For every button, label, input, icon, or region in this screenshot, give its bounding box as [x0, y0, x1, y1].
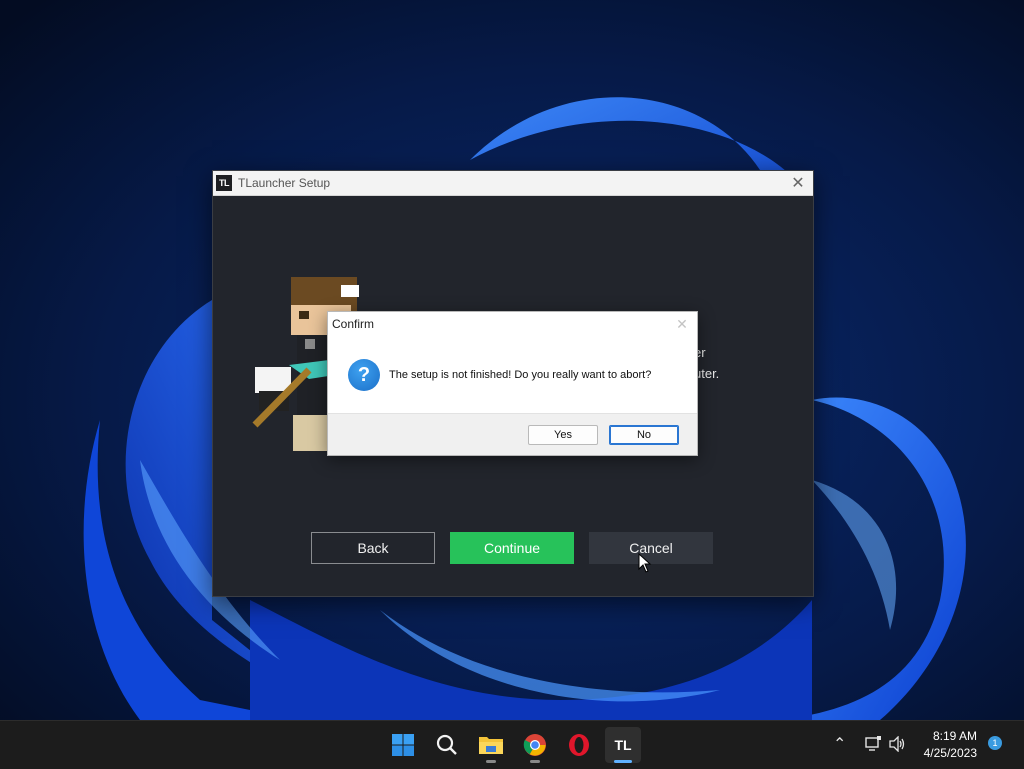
back-button[interactable]: Back [311, 532, 435, 564]
opera-icon[interactable] [561, 727, 597, 763]
installer-close-icon[interactable]: ✕ [783, 173, 813, 193]
confirm-dialog: Confirm ✕ ? The setup is not finished! D… [327, 311, 698, 456]
mouse-cursor-icon [638, 553, 652, 573]
windows-logo-icon [392, 734, 414, 756]
chevron-up-icon[interactable]: ⌃ [833, 734, 846, 754]
search-icon[interactable] [429, 727, 465, 763]
clock-date[interactable]: 4/25/2023 [917, 746, 977, 760]
confirm-footer: Yes No [328, 413, 697, 455]
installer-title: TLauncher Setup [238, 176, 331, 190]
tlauncher-taskbar-label: TL [614, 737, 632, 753]
no-button[interactable]: No [609, 425, 679, 445]
file-explorer-icon[interactable] [473, 727, 509, 763]
installer-titlebar: TL TLauncher Setup ✕ [213, 171, 813, 196]
confirm-message: The setup is not finished! Do you really… [389, 369, 652, 381]
tlauncher-active-indicator [614, 760, 632, 763]
volume-icon[interactable] [889, 735, 907, 757]
confirm-close-icon[interactable]: ✕ [667, 316, 697, 333]
confirm-title: Confirm [332, 317, 375, 331]
network-icon[interactable] [864, 736, 882, 757]
chrome-icon[interactable] [517, 727, 553, 763]
file-explorer-indicator [486, 760, 496, 763]
tlauncher-icon[interactable]: TL [605, 727, 641, 763]
chrome-indicator [530, 760, 540, 763]
continue-button[interactable]: Continue [450, 532, 574, 564]
start-icon[interactable] [385, 727, 421, 763]
clock-time[interactable]: 8:19 AM [917, 729, 977, 743]
yes-button[interactable]: Yes [528, 425, 598, 445]
tlauncher-logo-icon: TL [216, 175, 232, 191]
notification-badge[interactable]: 1 [988, 736, 1002, 750]
taskbar: TL ⌃ [0, 720, 1024, 769]
question-icon: ? [348, 359, 380, 391]
confirm-body: ? The setup is not finished! Do you real… [348, 359, 651, 391]
confirm-titlebar: Confirm ✕ [328, 312, 697, 336]
